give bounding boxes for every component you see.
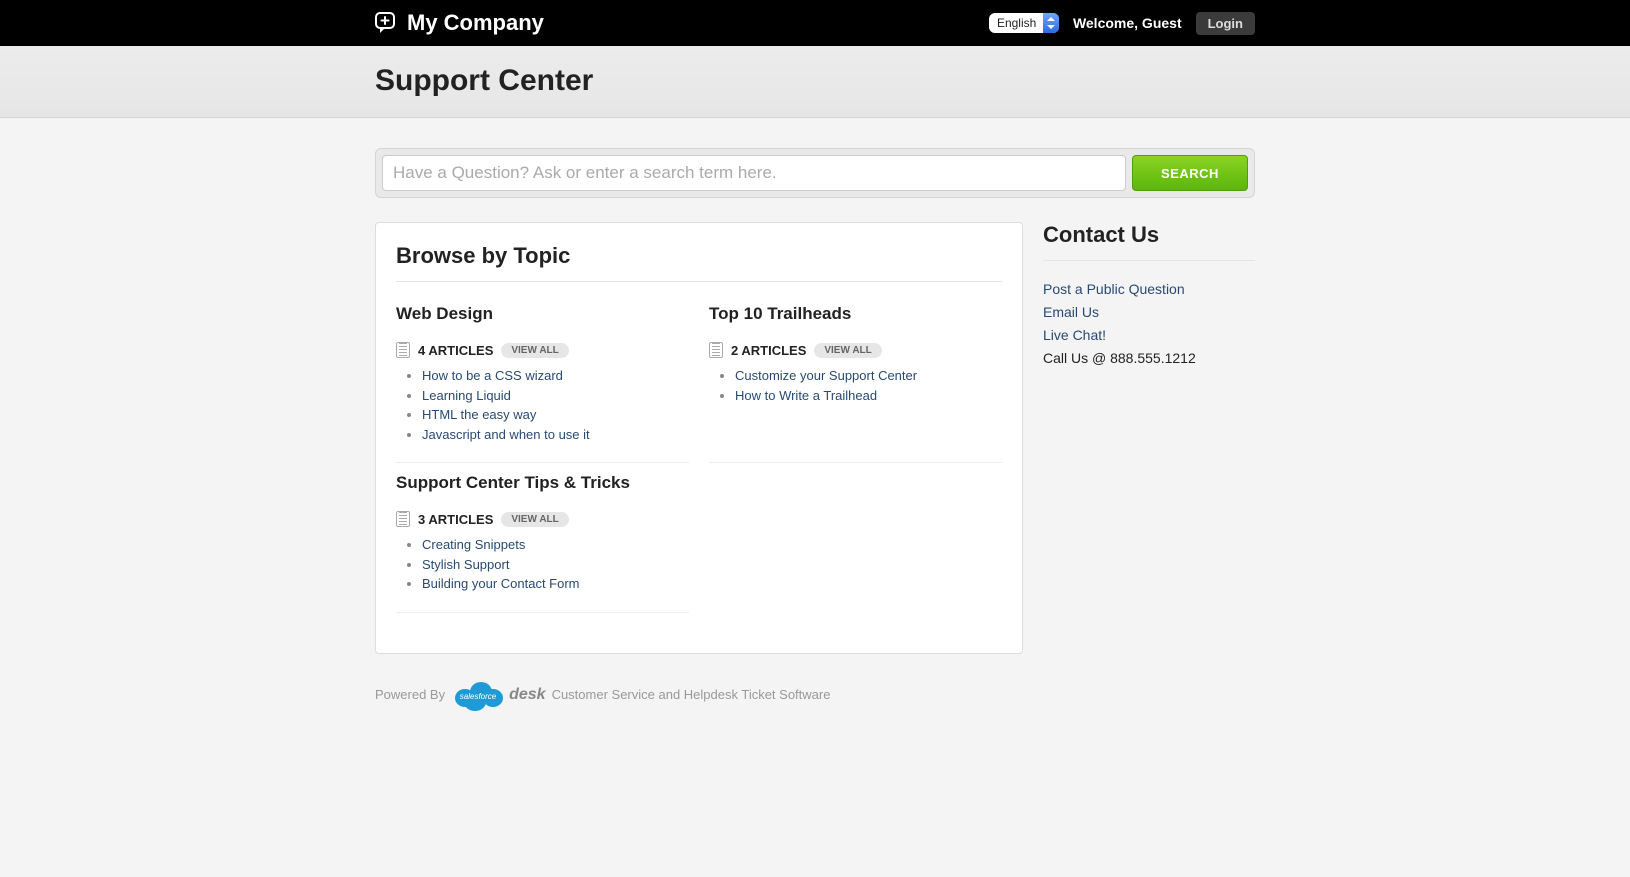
desk-logo-text: desk <box>509 686 545 704</box>
search-bar: SEARCH <box>375 148 1255 198</box>
article-count: 2 ARTICLES <box>731 343 806 358</box>
salesforce-cloud-icon: salesforce <box>451 678 505 712</box>
article-list: Customize your Support Center How to Writ… <box>735 366 1002 405</box>
article-link[interactable]: Building your Contact Form <box>422 576 580 591</box>
contact-link[interactable]: Post a Public Question <box>1043 281 1185 297</box>
page-title: Support Center <box>375 64 1255 98</box>
chat-plus-icon <box>375 12 397 34</box>
logo[interactable]: My Company <box>375 10 544 36</box>
contact-phone: Call Us @ 888.555.1212 <box>1043 348 1255 369</box>
view-all-button[interactable]: VIEW ALL <box>501 512 568 527</box>
topic-meta: 4 ARTICLES VIEW ALL <box>396 342 689 358</box>
browse-panel: Browse by Topic Web Design 4 ARTICLES VIEW… <box>375 222 1023 654</box>
welcome-text: Welcome, Guest <box>1073 15 1182 31</box>
topic-title: Support Center Tips & Tricks <box>396 473 689 493</box>
list-item: Creating Snippets <box>422 535 689 555</box>
article-link[interactable]: Learning Liquid <box>422 388 511 403</box>
search-button[interactable]: SEARCH <box>1132 155 1248 191</box>
topic-block: Top 10 Trailheads 2 ARTICLES VIEW ALL Custo… <box>709 304 1002 463</box>
titlebar: Support Center <box>0 46 1630 118</box>
company-name: My Company <box>407 10 544 36</box>
footer-tagline: Customer Service and Helpdesk Ticket Sof… <box>552 687 831 702</box>
topic-block: Web Design 4 ARTICLES VIEW ALL How to be a … <box>396 304 689 463</box>
footer: Powered By salesforce desk Customer Serv… <box>375 678 1255 772</box>
list-item: Stylish Support <box>422 555 689 575</box>
article-link[interactable]: HTML the easy way <box>422 407 536 422</box>
topbar: My Company English Welcome, Guest Login <box>0 0 1630 46</box>
list-item: How to be a CSS wizard <box>422 366 689 386</box>
list-item: Javascript and when to use it <box>422 425 689 445</box>
article-list: Creating Snippets Stylish Support Building… <box>422 535 689 594</box>
list-item: Building your Contact Form <box>422 574 689 594</box>
article-count: 4 ARTICLES <box>418 343 493 358</box>
document-icon <box>709 342 723 358</box>
browse-heading: Browse by Topic <box>396 243 1002 282</box>
list-item: HTML the easy way <box>422 405 689 425</box>
article-link[interactable]: Stylish Support <box>422 557 509 572</box>
svg-text:salesforce: salesforce <box>460 692 497 701</box>
topic-block: Support Center Tips & Tricks 3 ARTICLES VI… <box>396 473 689 613</box>
topic-meta: 2 ARTICLES VIEW ALL <box>709 342 1002 358</box>
view-all-button[interactable]: VIEW ALL <box>501 343 568 358</box>
contact-link[interactable]: Live Chat! <box>1043 327 1106 343</box>
list-item: Learning Liquid <box>422 386 689 406</box>
contact-sidebar: Contact Us Post a Public Question Email U… <box>1043 222 1255 371</box>
contact-link[interactable]: Email Us <box>1043 304 1099 320</box>
article-link[interactable]: Customize your Support Center <box>735 368 917 383</box>
document-icon <box>396 511 410 527</box>
topic-title: Web Design <box>396 304 689 324</box>
powered-by-label: Powered By <box>375 687 445 702</box>
document-icon <box>396 342 410 358</box>
language-select-wrap: English <box>989 13 1059 33</box>
topic-meta: 3 ARTICLES VIEW ALL <box>396 511 689 527</box>
article-link[interactable]: Creating Snippets <box>422 537 525 552</box>
language-select[interactable]: English <box>989 13 1059 33</box>
list-item: Customize your Support Center <box>735 366 1002 386</box>
article-count: 3 ARTICLES <box>418 512 493 527</box>
article-link[interactable]: How to be a CSS wizard <box>422 368 563 383</box>
search-input[interactable] <box>382 155 1126 191</box>
view-all-button[interactable]: VIEW ALL <box>814 343 881 358</box>
list-item: How to Write a Trailhead <box>735 386 1002 406</box>
login-button[interactable]: Login <box>1196 12 1255 35</box>
topic-title: Top 10 Trailheads <box>709 304 1002 324</box>
contact-heading: Contact Us <box>1043 222 1255 261</box>
article-link[interactable]: Javascript and when to use it <box>422 427 590 442</box>
article-list: How to be a CSS wizard Learning Liquid HTM… <box>422 366 689 444</box>
article-link[interactable]: How to Write a Trailhead <box>735 388 877 403</box>
